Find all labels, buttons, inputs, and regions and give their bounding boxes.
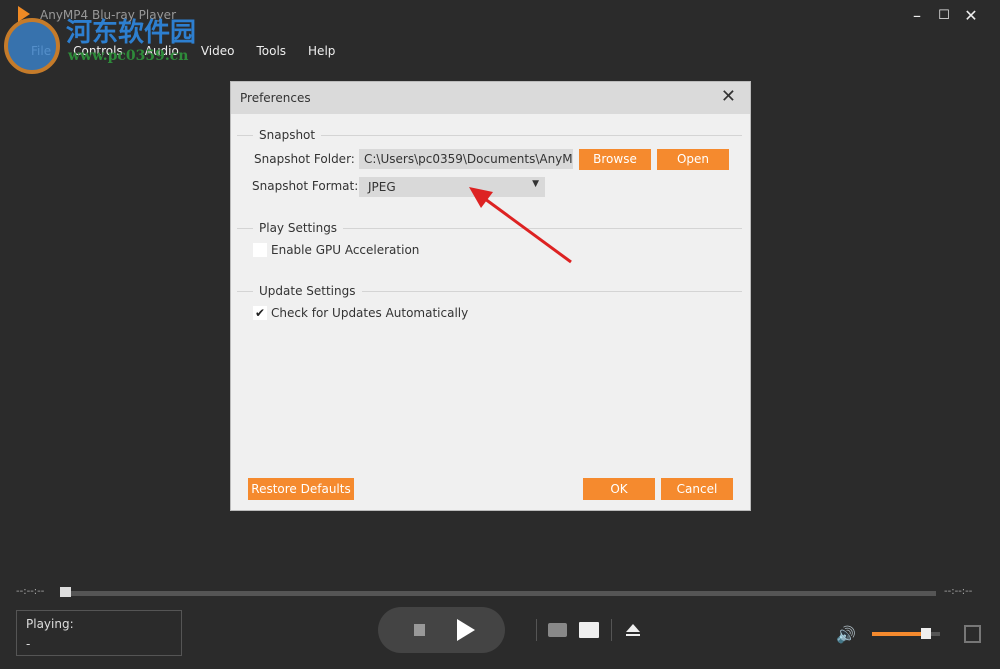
menu-help[interactable]: Help bbox=[297, 44, 346, 58]
eject-icon[interactable] bbox=[626, 624, 640, 632]
play-icon[interactable] bbox=[457, 619, 475, 641]
window-title: AnyMP4 Blu-ray Player bbox=[40, 8, 177, 22]
volume-icon[interactable]: 🔊 bbox=[836, 625, 856, 644]
playback-controls bbox=[378, 607, 505, 653]
open-button[interactable]: Open bbox=[657, 149, 729, 170]
maximize-button[interactable]: ☐ bbox=[933, 8, 955, 23]
preferences-dialog: Preferences ✕ Snapshot Snapshot Folder: … bbox=[230, 81, 751, 511]
snapshot-folder-field[interactable]: C:\Users\pc0359\Documents\AnyMP4 bbox=[359, 149, 573, 169]
dialog-close-icon[interactable]: ✕ bbox=[721, 86, 736, 107]
volume-handle[interactable] bbox=[921, 628, 932, 639]
format-value: JPEG bbox=[368, 180, 396, 194]
restore-defaults-button[interactable]: Restore Defaults bbox=[248, 478, 354, 500]
auto-update-checkbox[interactable]: ✔ bbox=[253, 306, 267, 320]
current-time: --:--:-- bbox=[16, 586, 45, 597]
now-playing-panel: Playing: - bbox=[16, 610, 182, 656]
total-time: --:--:-- bbox=[944, 586, 973, 597]
seek-bar[interactable] bbox=[64, 591, 936, 596]
section-title: Play Settings bbox=[253, 221, 344, 235]
minimize-button[interactable]: – bbox=[906, 6, 928, 25]
gpu-checkbox[interactable] bbox=[253, 243, 267, 257]
section-update-settings: Update Settings bbox=[237, 284, 742, 298]
fullscreen-icon[interactable] bbox=[964, 625, 981, 643]
section-snapshot: Snapshot bbox=[237, 128, 742, 142]
browse-button[interactable]: Browse bbox=[579, 149, 651, 170]
divider bbox=[611, 619, 612, 641]
eject-icon-bar bbox=[626, 634, 640, 636]
section-title: Snapshot bbox=[253, 128, 322, 142]
ok-button[interactable]: OK bbox=[583, 478, 655, 500]
stop-icon[interactable] bbox=[414, 624, 425, 636]
snapshot-folder-label: Snapshot Folder: bbox=[254, 152, 355, 166]
cancel-button[interactable]: Cancel bbox=[661, 478, 733, 500]
playing-value: - bbox=[26, 637, 31, 651]
volume-fill bbox=[872, 632, 927, 636]
divider bbox=[536, 619, 537, 641]
app-logo-icon bbox=[18, 6, 30, 22]
menu-file[interactable]: File bbox=[20, 44, 62, 58]
playing-label: Playing: bbox=[26, 617, 74, 631]
menu-tools[interactable]: Tools bbox=[245, 44, 297, 58]
gpu-label: Enable GPU Acceleration bbox=[271, 243, 420, 257]
seek-handle[interactable] bbox=[60, 587, 71, 597]
close-button[interactable]: ✕ bbox=[960, 6, 982, 25]
folder-icon[interactable] bbox=[579, 622, 599, 638]
menu-audio[interactable]: Audio bbox=[134, 44, 190, 58]
menu-controls[interactable]: Controls bbox=[62, 44, 134, 58]
menu-bar: File Controls Audio Video Tools Help bbox=[20, 44, 346, 58]
auto-update-label: Check for Updates Automatically bbox=[271, 306, 469, 320]
snapshot-format-label: Snapshot Format: bbox=[252, 179, 359, 193]
menu-video[interactable]: Video bbox=[190, 44, 246, 58]
section-title: Update Settings bbox=[253, 284, 362, 298]
camera-icon[interactable] bbox=[548, 623, 567, 637]
dialog-title: Preferences bbox=[231, 82, 750, 114]
annotation-arrow bbox=[469, 187, 572, 264]
